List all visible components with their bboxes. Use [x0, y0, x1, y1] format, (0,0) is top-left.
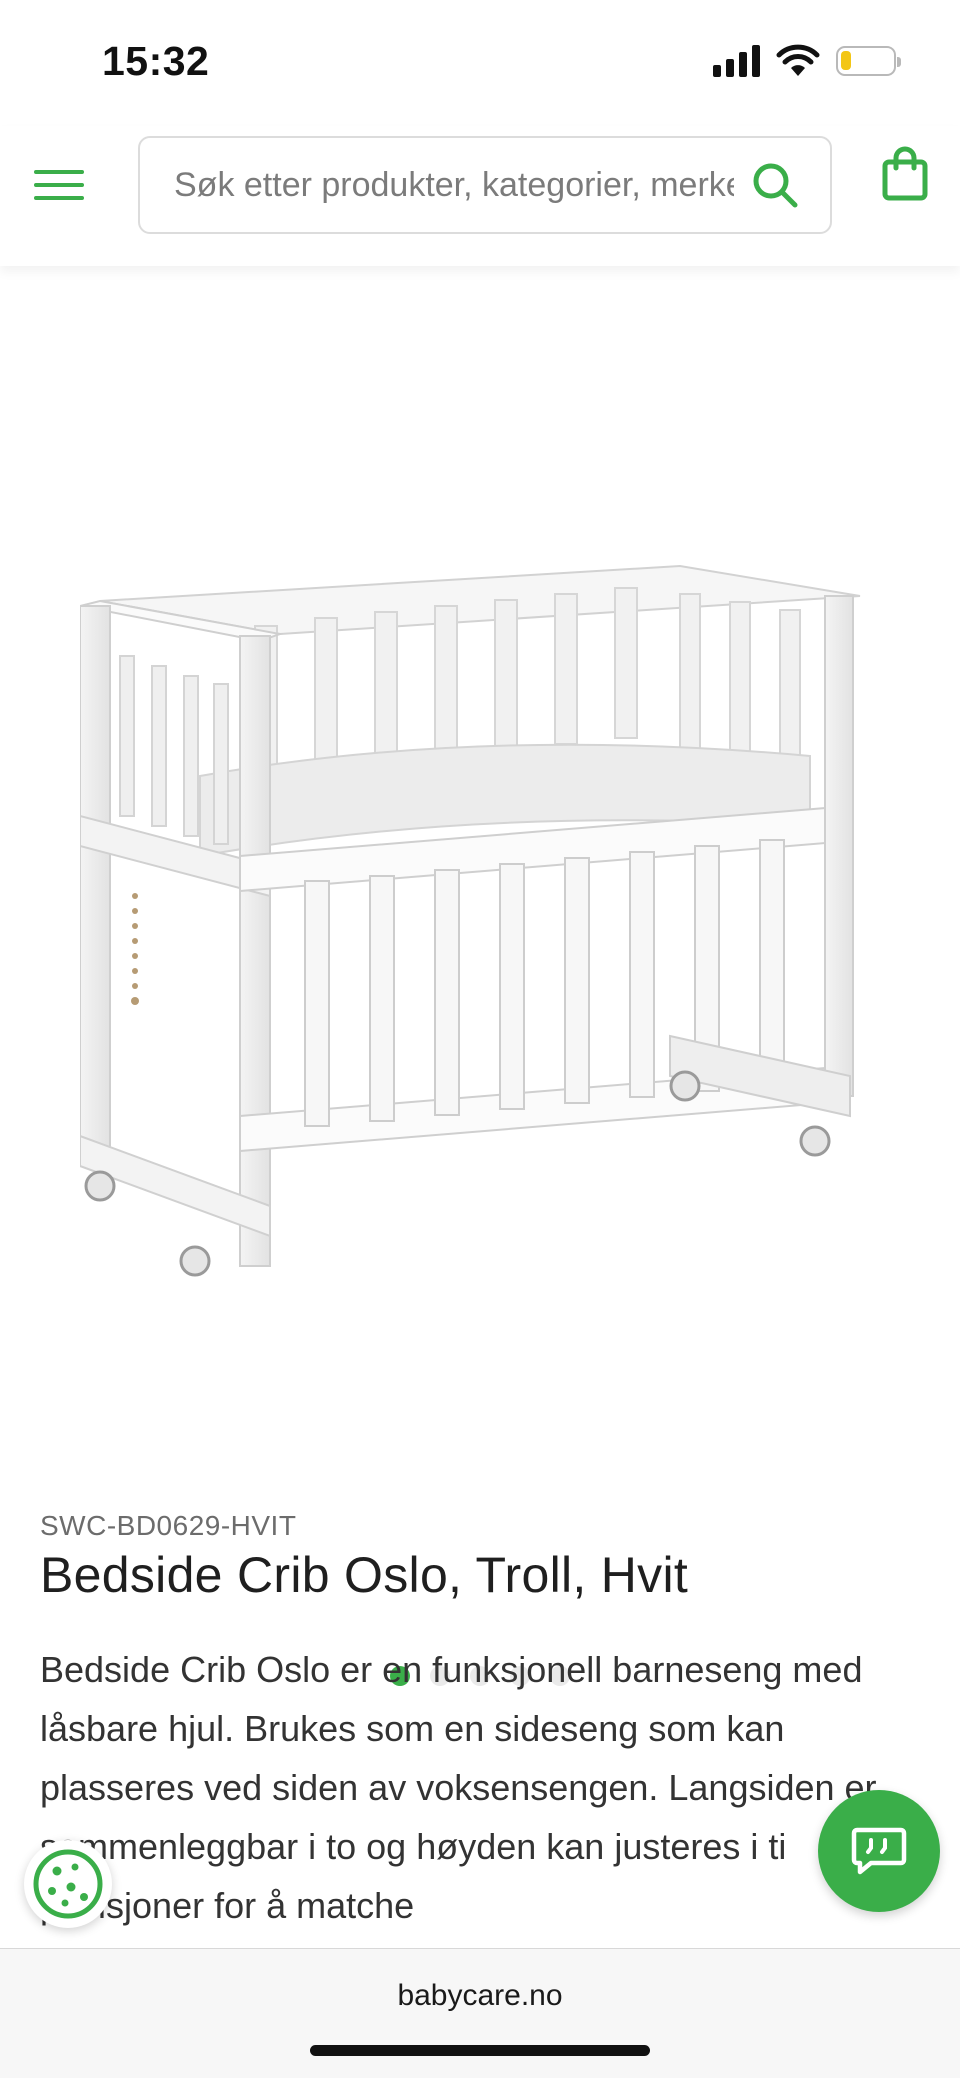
product-title: Bedside Crib Oslo, Troll, Hvit [40, 1547, 689, 1603]
hamburger-menu-icon[interactable] [34, 160, 84, 210]
url-bar[interactable]: babycare.no [0, 1979, 960, 2013]
status-icons [713, 44, 901, 78]
product-image[interactable] [80, 556, 880, 1336]
status-bar: 15:32 [0, 0, 960, 126]
cookie-settings-button[interactable] [24, 1840, 112, 1928]
chat-button[interactable] [818, 1790, 940, 1912]
home-indicator[interactable] [310, 2045, 650, 2056]
site-header [0, 126, 960, 266]
wifi-icon [776, 44, 820, 76]
chat-icon [851, 1827, 907, 1875]
product-description: Bedside Crib Oslo er en funksjonell barn… [40, 1649, 877, 1926]
shopping-bag-icon[interactable] [880, 146, 930, 202]
product-gallery[interactable] [0, 266, 960, 1686]
search-input[interactable] [174, 138, 734, 232]
search-icon[interactable] [750, 160, 800, 210]
search-bar [138, 136, 832, 234]
product-sku: SWC-BD0629-HVIT [40, 1510, 297, 1541]
battery-icon [836, 46, 901, 76]
battery-level [841, 51, 851, 70]
cellular-signal-icon [713, 45, 760, 77]
browser-bottom-bar: babycare.no [0, 1948, 960, 2078]
cookie-icon [33, 1849, 103, 1919]
status-time: 15:32 [102, 38, 210, 84]
